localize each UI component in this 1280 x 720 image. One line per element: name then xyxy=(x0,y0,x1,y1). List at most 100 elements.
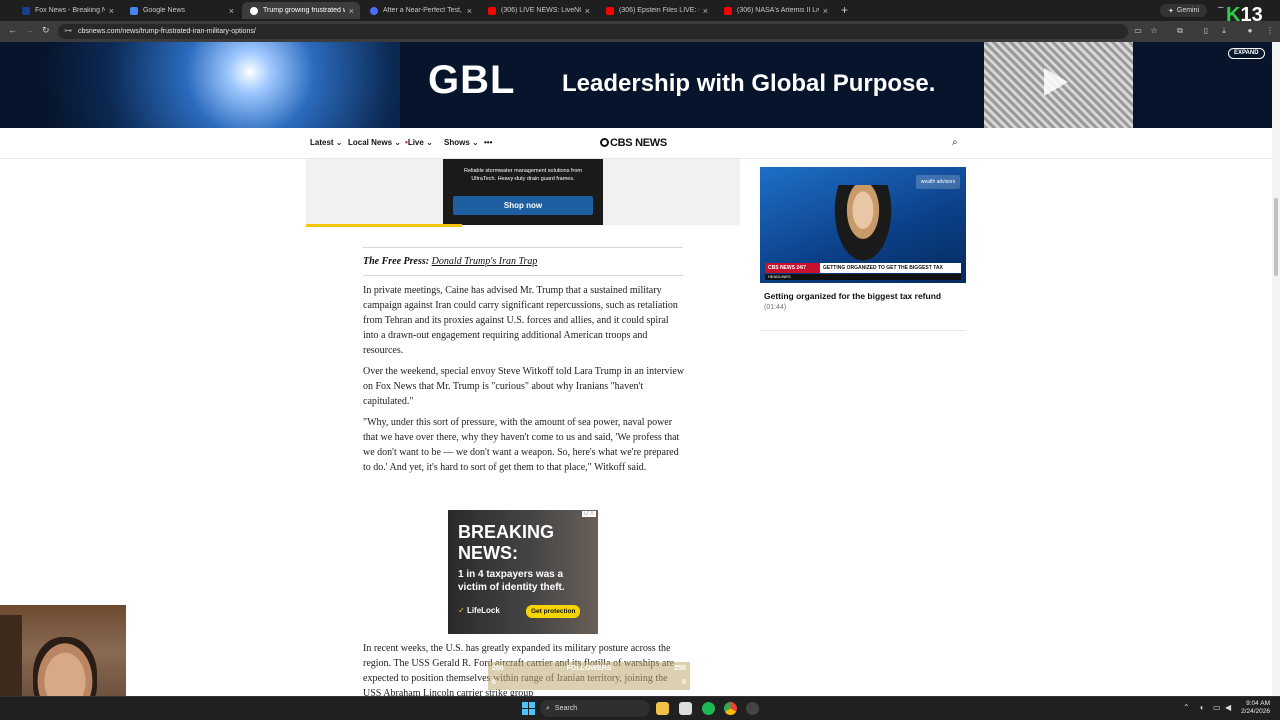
get-protection-button[interactable]: Get protection xyxy=(526,605,581,618)
nav-label: Local News xyxy=(348,138,393,147)
banner-logo: GBL xyxy=(428,58,516,102)
new-tab-button[interactable]: + xyxy=(841,3,848,17)
chrome-icon[interactable] xyxy=(724,702,737,715)
gemini-label: Gemini xyxy=(1176,7,1200,14)
spotify-icon[interactable] xyxy=(702,702,715,715)
tab-0[interactable]: Fox News - Breaking News Upd × xyxy=(14,2,120,19)
video-title[interactable]: Getting organized for the biggest tax re… xyxy=(764,291,941,301)
gemini-icon: ✦ xyxy=(1168,7,1174,15)
ad-headline: BREAKING NEWS: xyxy=(458,522,555,563)
close-icon[interactable]: × xyxy=(109,6,114,16)
tab-favicon xyxy=(250,6,258,15)
nav-live[interactable]: •Live ⌄ xyxy=(405,138,433,147)
play-icon[interactable] xyxy=(1044,68,1068,96)
volume-icon[interactable]: ◀ xyxy=(1225,703,1231,712)
banner-tagline: Leadership with Global Purpose. xyxy=(562,70,936,97)
close-icon[interactable]: × xyxy=(467,6,472,16)
url-text: cbsnews.com/news/trump-frustrated-iran-m… xyxy=(78,28,256,35)
close-icon[interactable]: × xyxy=(585,6,590,16)
nav-local-news[interactable]: Local News ⌄ xyxy=(348,138,401,147)
close-icon[interactable]: × xyxy=(229,6,234,16)
mic-icon[interactable]: ◖ xyxy=(1199,703,1204,712)
banner-ad[interactable]: GBL Leadership with Global Purpose. EXPA… xyxy=(0,42,1280,128)
followers-row: 208 FOLLOWERS 250 xyxy=(492,665,686,672)
followers-low-left: 0 xyxy=(492,679,496,686)
tab-favicon xyxy=(370,6,378,15)
lifelock-ad[interactable]: BREAKING NEWS: 1 in 4 taxpayers was a vi… xyxy=(448,510,598,634)
nav-label: Shows xyxy=(444,138,470,147)
tab-3[interactable]: After a Near-Perfect Test, NASA × xyxy=(362,2,478,19)
tab-title: Fox News - Breaking News Upd xyxy=(35,7,105,14)
ad-choices-icon[interactable]: D X xyxy=(581,511,596,517)
tab-1[interactable]: Google News × xyxy=(122,2,240,19)
expand-button[interactable]: EXPAND xyxy=(1228,48,1265,59)
close-icon[interactable]: × xyxy=(703,6,708,16)
app-icon[interactable] xyxy=(679,702,692,715)
page-scrollbar[interactable] xyxy=(1272,42,1280,696)
taskbar-clock[interactable]: 9:04 AM 2/24/2026 xyxy=(1236,700,1270,716)
scrollbar-thumb[interactable] xyxy=(1274,198,1278,276)
windows-start-icon[interactable] xyxy=(522,702,535,715)
tab-title: Trump growing frustrated with xyxy=(263,7,345,14)
ultratech-ad[interactable]: Reliable stormwater management solutions… xyxy=(443,159,603,225)
tab-2[interactable]: Trump growing frustrated with × xyxy=(242,2,360,19)
search-icon: ⌕ xyxy=(546,704,550,712)
close-icon[interactable]: × xyxy=(823,6,828,16)
bookmark-star-icon[interactable]: ☆ xyxy=(1149,26,1159,36)
article-paragraph: Over the weekend, special envoy Steve Wi… xyxy=(363,366,685,407)
sidepanel-icon[interactable]: ▯ xyxy=(1201,26,1211,36)
downloads-icon[interactable]: ⤓ xyxy=(1219,26,1229,36)
close-icon[interactable]: × xyxy=(349,6,354,16)
taskbar-search[interactable]: ⌕ Search xyxy=(540,700,650,717)
cast-icon[interactable]: ▭ xyxy=(1133,26,1143,36)
nav-shows[interactable]: Shows ⌄ xyxy=(444,138,479,147)
tab-5[interactable]: (306) Epstein Files LIVE: Clinton × xyxy=(598,2,714,19)
forward-icon[interactable]: → xyxy=(25,25,34,35)
nav-latest[interactable]: Latest ⌄ xyxy=(310,138,343,147)
cbs-news-logo[interactable]: CBS NEWS xyxy=(600,137,667,149)
tab-favicon xyxy=(22,6,30,15)
chevron-down-icon: ⌄ xyxy=(335,138,343,147)
followers-row-lower: 0 0 xyxy=(492,679,686,686)
sidebar-video-thumbnail[interactable]: wealth advisors GETTING ORGANIZED TO GET… xyxy=(760,167,966,283)
chevron-down-icon: ⌄ xyxy=(426,138,433,147)
article-paragraph: "Why, under this sort of pressure, with … xyxy=(363,417,680,473)
tray-chevron-icon[interactable]: ⌃ xyxy=(1183,703,1190,712)
site-info-icon[interactable]: ⊶ xyxy=(64,26,72,35)
gemini-button[interactable]: ✦ Gemini xyxy=(1160,4,1208,17)
free-press-link[interactable]: Donald Trump's Iran Trap xyxy=(432,256,538,267)
profile-icon[interactable]: ● xyxy=(1245,26,1255,36)
extensions-icon[interactable]: ⧉ xyxy=(1175,26,1185,36)
search-icon[interactable]: ⌕ xyxy=(952,137,958,148)
obs-icon[interactable] xyxy=(746,702,759,715)
news-ticker: HEADLINES xyxy=(765,274,961,280)
browser-tab-strip: Fox News - Breaking News Upd × Google Ne… xyxy=(0,0,1280,26)
tab-6[interactable]: (306) NASA's Artemis II Live Vie × xyxy=(716,2,834,19)
tab-title: (306) Epstein Files LIVE: Clinton xyxy=(619,7,699,14)
ad-subtext: 1 in 4 taxpayers was a victim of identit… xyxy=(458,569,565,593)
clock-time: 9:04 AM xyxy=(1246,700,1270,707)
article-paragraph: In private meetings, Caine has advised M… xyxy=(363,285,678,356)
nav-more[interactable]: ••• xyxy=(484,138,492,147)
tab-4[interactable]: (306) LIVE NEWS: LiveNOW FOX × xyxy=(480,2,596,19)
chevron-down-icon: ⌄ xyxy=(394,138,401,147)
back-icon[interactable]: ← xyxy=(8,25,17,35)
url-bar[interactable]: ⊶ cbsnews.com/news/trump-frustrated-iran… xyxy=(58,24,1128,39)
file-explorer-icon[interactable] xyxy=(656,702,669,715)
tab-favicon xyxy=(606,6,614,15)
divider xyxy=(363,247,683,248)
followers-overlay: 208 FOLLOWERS 250 0 0 xyxy=(488,662,690,690)
taskbar-search-label: Search xyxy=(554,705,578,712)
video-duration: (01:44) xyxy=(764,304,787,311)
reload-icon[interactable]: ↻ xyxy=(42,25,50,36)
followers-label: FOLLOWERS xyxy=(566,665,612,672)
minimize-icon[interactable]: – xyxy=(1218,2,1224,13)
network-icon[interactable]: ▭ xyxy=(1213,703,1221,712)
check-icon: ✓ xyxy=(458,606,465,615)
shop-now-button[interactable]: Shop now xyxy=(453,196,593,215)
menu-icon[interactable]: ⋮ xyxy=(1265,26,1275,36)
tab-title: After a Near-Perfect Test, NASA xyxy=(383,7,463,14)
inline-ad: Reliable stormwater management solutions… xyxy=(306,159,740,225)
cbs-eye-icon xyxy=(600,138,609,147)
related-link-line: The Free Press: Donald Trump's Iran Trap xyxy=(363,256,537,267)
